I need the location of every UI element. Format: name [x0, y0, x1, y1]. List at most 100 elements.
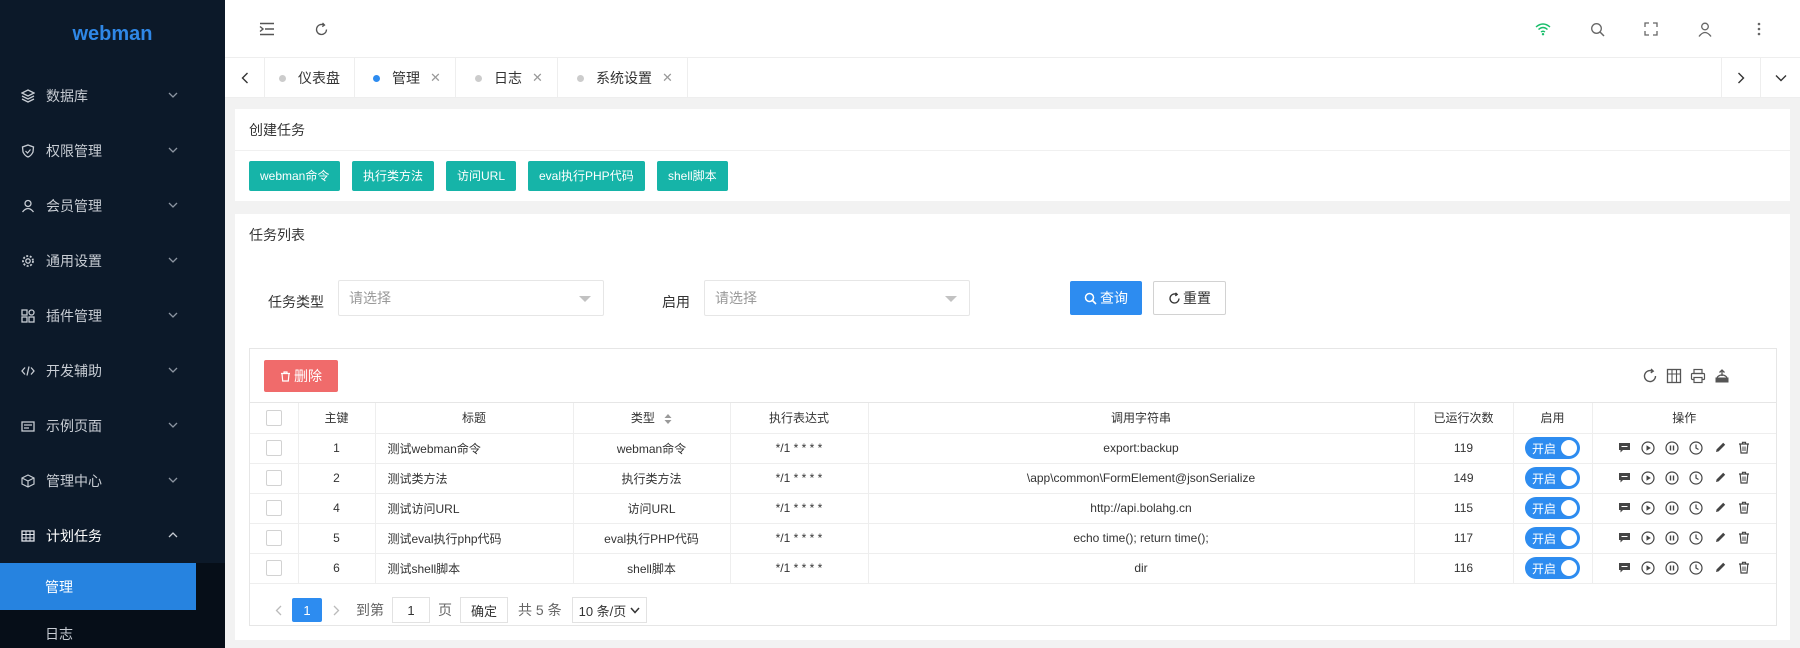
create-class-method-button[interactable]: 执行类方法: [352, 161, 435, 191]
edit-icon[interactable]: [1712, 469, 1729, 486]
refresh-icon[interactable]: [311, 19, 331, 39]
comment-icon[interactable]: [1616, 439, 1633, 456]
sidebar-item-general-settings[interactable]: 通用设置: [0, 233, 225, 288]
next-page-button[interactable]: [322, 597, 350, 623]
enable-toggle[interactable]: 开启: [1525, 497, 1580, 519]
sidebar-item-database[interactable]: 数据库: [0, 68, 225, 123]
row-select-cell[interactable]: [250, 523, 299, 554]
search-icon[interactable]: [1587, 19, 1607, 39]
play-icon[interactable]: [1640, 559, 1657, 576]
play-icon[interactable]: [1640, 469, 1657, 486]
clock-icon[interactable]: [1688, 469, 1705, 486]
comment-icon[interactable]: [1616, 499, 1633, 516]
create-eval-php-button[interactable]: eval执行PHP代码: [528, 161, 645, 191]
tab-logs[interactable]: 日志 ✕: [461, 58, 558, 98]
sidebar-subitem-manage[interactable]: 管理: [0, 563, 196, 610]
edit-icon[interactable]: [1712, 529, 1729, 546]
goto-confirm-button[interactable]: 确定: [460, 597, 509, 623]
trash-icon[interactable]: [1736, 529, 1753, 546]
sidebar-item-scheduled-tasks[interactable]: 计划任务: [0, 508, 225, 563]
pause-icon[interactable]: [1664, 529, 1681, 546]
table-row[interactable]: 4 测试访问URL 访问URL */1 * * * * http://api.bolah…: [250, 493, 1776, 524]
close-icon[interactable]: ✕: [662, 70, 673, 86]
tab-scroll-right-button[interactable]: [1721, 58, 1761, 98]
table-row[interactable]: 1 测试webman命令 webman命令 */1 * * * * export:bac…: [250, 433, 1776, 464]
sidebar-item-admin-center[interactable]: 管理中心: [0, 453, 225, 508]
print-icon[interactable]: [1688, 366, 1708, 386]
trash-icon[interactable]: [1736, 469, 1753, 486]
comment-icon[interactable]: [1616, 559, 1633, 576]
play-icon[interactable]: [1640, 439, 1657, 456]
edit-icon[interactable]: [1712, 439, 1729, 456]
play-icon[interactable]: [1640, 529, 1657, 546]
prev-page-button[interactable]: [264, 597, 292, 623]
pause-icon[interactable]: [1664, 499, 1681, 516]
close-icon[interactable]: ✕: [430, 70, 441, 86]
sidebar-subitem-logs[interactable]: 日志: [0, 610, 225, 648]
user-icon[interactable]: [1695, 19, 1715, 39]
clock-icon[interactable]: [1688, 439, 1705, 456]
create-webman-command-button[interactable]: webman命令: [249, 161, 341, 191]
tab-dashboard[interactable]: 仪表盘: [265, 58, 355, 98]
enable-toggle[interactable]: 开启: [1525, 437, 1580, 459]
pause-icon[interactable]: [1664, 559, 1681, 576]
enable-toggle[interactable]: 开启: [1525, 467, 1580, 489]
enable-toggle[interactable]: 开启: [1525, 527, 1580, 549]
select-all-checkbox[interactable]: [265, 409, 282, 426]
pause-icon[interactable]: [1664, 469, 1681, 486]
sidebar-item-plugins[interactable]: 插件管理: [0, 288, 225, 343]
sidebar-item-dev-tools[interactable]: 开发辅助: [0, 343, 225, 398]
sort-icon[interactable]: [664, 413, 672, 425]
table-row[interactable]: 2 测试类方法 执行类方法 */1 * * * * \app\common\FormEl…: [250, 463, 1776, 494]
menu-fold-icon[interactable]: [257, 19, 277, 39]
create-shell-script-button[interactable]: shell脚本: [657, 161, 728, 191]
clock-icon[interactable]: [1688, 529, 1705, 546]
row-checkbox[interactable]: [265, 560, 282, 576]
goto-page-input[interactable]: 1: [392, 597, 430, 623]
select-all-cell[interactable]: [250, 403, 299, 434]
sidebar-item-example-pages[interactable]: 示例页面: [0, 398, 225, 453]
edit-icon[interactable]: [1712, 499, 1729, 516]
tab-scroll-left-button[interactable]: [225, 58, 265, 98]
more-vertical-icon[interactable]: [1749, 19, 1769, 39]
enable-toggle[interactable]: 开启: [1525, 557, 1580, 579]
tab-dropdown-button[interactable]: [1761, 58, 1800, 98]
row-select-cell[interactable]: [250, 493, 299, 524]
trash-icon[interactable]: [1736, 439, 1753, 456]
edit-icon[interactable]: [1712, 559, 1729, 576]
trash-icon[interactable]: [1736, 499, 1753, 516]
task-type-select[interactable]: 请选择: [338, 280, 604, 316]
row-checkbox[interactable]: [265, 440, 282, 456]
trash-icon[interactable]: [1736, 559, 1753, 576]
export-icon[interactable]: [1712, 366, 1732, 386]
comment-icon[interactable]: [1616, 469, 1633, 486]
tab-system-settings[interactable]: 系统设置 ✕: [563, 58, 688, 98]
fullscreen-icon[interactable]: [1641, 19, 1661, 39]
page-size-select[interactable]: 10 条/页: [571, 597, 648, 623]
row-checkbox[interactable]: [265, 500, 282, 516]
clock-icon[interactable]: [1688, 559, 1705, 576]
row-select-cell[interactable]: [250, 433, 299, 464]
row-select-cell[interactable]: [250, 553, 299, 584]
delete-button[interactable]: 删除: [264, 360, 338, 392]
reset-button[interactable]: 重置: [1153, 281, 1226, 315]
close-icon[interactable]: ✕: [532, 70, 543, 86]
tab-manage[interactable]: 管理 ✕: [359, 58, 456, 98]
create-url-button[interactable]: 访问URL: [446, 161, 517, 191]
table-row[interactable]: 6 测试shell脚本 shell脚本 */1 * * * * dir 116 开启: [250, 553, 1776, 584]
sidebar-item-permission[interactable]: 权限管理: [0, 123, 225, 178]
comment-icon[interactable]: [1616, 529, 1633, 546]
current-page[interactable]: 1: [292, 598, 322, 622]
enable-select[interactable]: 请选择: [704, 280, 970, 316]
pause-icon[interactable]: [1664, 439, 1681, 456]
clock-icon[interactable]: [1688, 499, 1705, 516]
sidebar-item-members[interactable]: 会员管理: [0, 178, 225, 233]
query-button[interactable]: 查询: [1070, 281, 1142, 315]
row-select-cell[interactable]: [250, 463, 299, 494]
play-icon[interactable]: [1640, 499, 1657, 516]
row-checkbox[interactable]: [265, 470, 282, 486]
row-checkbox[interactable]: [265, 530, 282, 546]
table-refresh-icon[interactable]: [1640, 366, 1660, 386]
columns-icon[interactable]: [1664, 366, 1684, 386]
table-row[interactable]: 5 测试eval执行php代码 eval执行PHP代码 */1 * * * * echo…: [250, 523, 1776, 554]
